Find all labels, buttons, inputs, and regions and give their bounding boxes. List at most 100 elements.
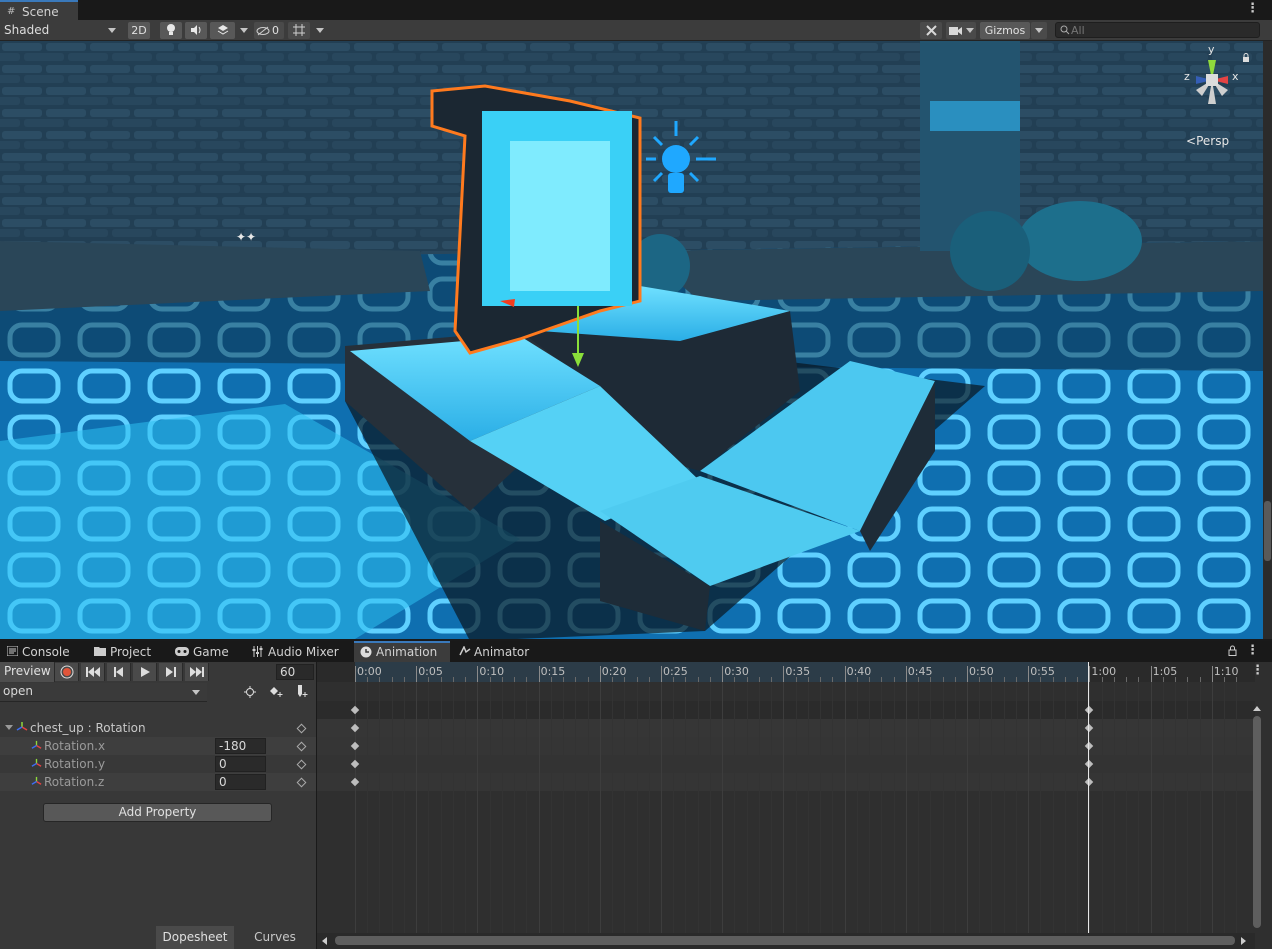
keyframe-indicator-icon[interactable] — [296, 759, 307, 770]
grid-line-minor — [746, 682, 748, 934]
frame-field[interactable]: 60 — [276, 664, 314, 680]
play-button[interactable] — [133, 663, 157, 681]
keyframe-indicator-icon[interactable] — [296, 723, 307, 734]
effects-dropdown-icon[interactable] — [240, 28, 248, 33]
tab-animator[interactable]: Animator — [455, 641, 535, 662]
tab-console[interactable]: Console — [0, 641, 82, 662]
tab-scene-label: Scene — [22, 5, 59, 19]
grid-line-minor — [918, 682, 920, 934]
lighting-toggle-button[interactable] — [160, 22, 182, 39]
property-row-rotation-z[interactable]: Rotation.z 0 — [0, 773, 316, 791]
grid-dropdown-icon[interactable] — [316, 28, 324, 33]
last-keyframe-button[interactable] — [185, 663, 209, 681]
hidden-objects-toggle[interactable]: 0 — [254, 22, 284, 39]
lock-icon[interactable] — [1228, 645, 1237, 656]
toggle-2d-button[interactable]: 2D — [128, 22, 150, 39]
rotation-z-field[interactable]: 0 — [215, 774, 266, 790]
tab-audio-mixer[interactable]: Audio Mixer — [248, 641, 352, 662]
chevron-down-icon — [1035, 28, 1043, 33]
shading-mode-dropdown[interactable]: Shaded — [0, 21, 120, 39]
timeline-hscrollbar[interactable] — [317, 933, 1255, 949]
grid-line-minor — [1077, 682, 1079, 934]
transform-icon — [16, 722, 28, 731]
gizmos-dropdown[interactable] — [1031, 22, 1047, 39]
orientation-gizmo[interactable]: y x z — [1178, 43, 1248, 126]
scroll-up-icon[interactable] — [1253, 706, 1261, 711]
hscroll-thumb[interactable] — [335, 936, 1235, 945]
grid-line-minor — [367, 682, 369, 934]
bulb-icon — [167, 24, 175, 35]
playhead[interactable] — [1088, 662, 1089, 934]
grid-line-minor — [501, 682, 503, 934]
panel-menu-icon[interactable]: ⋮ — [1246, 1, 1259, 16]
dopesheet-timeline[interactable]: 0:00 0:05 0:10 0:15 0:20 0:25 0:30 0:35 0:40 0:45… — [317, 662, 1272, 949]
keyframe-indicator-icon[interactable] — [296, 741, 307, 752]
next-keyframe-button[interactable] — [159, 663, 183, 681]
expand-arrow-icon[interactable] — [5, 725, 13, 730]
rotation-y-field[interactable]: 0 — [215, 756, 266, 772]
grid-line-minor — [403, 682, 405, 934]
timeline-menu-icon[interactable]: ⋮ — [1251, 663, 1264, 678]
preview-button[interactable]: Preview — [0, 662, 55, 682]
viewport-scrollbar[interactable] — [1263, 41, 1272, 639]
property-name: Rotation.x — [44, 739, 106, 753]
skip-forward-icon — [190, 667, 204, 677]
tick-label: 0:35 — [785, 665, 811, 678]
grid-snap-icon — [293, 24, 305, 36]
record-button[interactable] — [55, 663, 79, 681]
lock-icon[interactable] — [1242, 53, 1250, 63]
first-keyframe-button[interactable] — [81, 663, 105, 681]
camera-settings-button[interactable] — [946, 22, 976, 39]
tab-animation[interactable]: Animation — [354, 641, 450, 662]
tab-project[interactable]: Project — [88, 641, 166, 662]
panel-menu-icon[interactable]: ⋮ — [1246, 643, 1259, 658]
property-group-row[interactable]: chest_up : Rotation — [0, 719, 316, 737]
projection-toggle[interactable]: <Persp — [1186, 134, 1229, 148]
rotation-x-field[interactable]: -180 — [215, 738, 266, 754]
scene-viewport[interactable]: ✦✦ y x z <Persp — [0, 41, 1263, 639]
grid-snap-button[interactable] — [288, 22, 310, 39]
timeline-vscrollbar[interactable] — [1252, 706, 1262, 932]
scrollbar-thumb[interactable] — [1264, 501, 1271, 561]
effects-toggle-button[interactable] — [210, 22, 235, 39]
gizmos-button[interactable]: Gizmos — [980, 22, 1030, 39]
keyframe-filter-button[interactable] — [238, 683, 262, 701]
property-row-rotation-x[interactable]: Rotation.x -180 — [0, 737, 316, 755]
scene-search[interactable] — [1055, 22, 1260, 38]
scroll-left-icon[interactable] — [322, 937, 327, 945]
grid-line-minor — [881, 682, 883, 934]
audio-toggle-button[interactable] — [185, 22, 207, 39]
add-event-button[interactable] — [290, 683, 314, 701]
grid-line-minor — [1126, 682, 1128, 934]
tab-scene[interactable]: # Scene — [0, 0, 78, 21]
grid-line-minor — [758, 682, 760, 934]
property-row-rotation-y[interactable]: Rotation.y 0 — [0, 755, 316, 773]
vscroll-thumb[interactable] — [1253, 716, 1261, 928]
scroll-right-icon[interactable] — [1241, 937, 1246, 945]
clip-dropdown[interactable]: open — [0, 683, 207, 702]
tick-major — [783, 666, 785, 682]
grid-line-minor — [612, 682, 614, 934]
curves-tab[interactable]: Curves — [236, 926, 314, 949]
tick-major — [844, 666, 846, 682]
projection-label: Persp — [1196, 134, 1230, 148]
prev-keyframe-button[interactable] — [107, 663, 131, 681]
keyframe-indicator-icon[interactable] — [296, 777, 307, 788]
add-keyframe-button[interactable] — [264, 683, 288, 701]
tick-major — [1211, 666, 1213, 682]
transform-icon — [31, 776, 42, 785]
skip-back-icon — [86, 667, 100, 677]
search-input[interactable] — [1071, 23, 1251, 37]
add-property-button[interactable]: Add Property — [43, 803, 272, 822]
tab-game[interactable]: Game — [170, 641, 244, 662]
tick-label: 0:00 — [357, 665, 382, 678]
dopesheet-tab[interactable]: Dopesheet — [156, 926, 234, 949]
grid-line — [844, 682, 846, 934]
scene-render: ✦✦ — [0, 41, 1263, 639]
tick-label: 0:45 — [907, 665, 933, 678]
grid-line-minor — [465, 682, 467, 934]
grid-line — [1211, 682, 1213, 934]
time-ruler[interactable]: 0:00 0:05 0:10 0:15 0:20 0:25 0:30 0:35 0:40 0:45… — [317, 662, 1255, 682]
console-icon — [7, 646, 18, 656]
tools-button[interactable] — [920, 22, 942, 39]
